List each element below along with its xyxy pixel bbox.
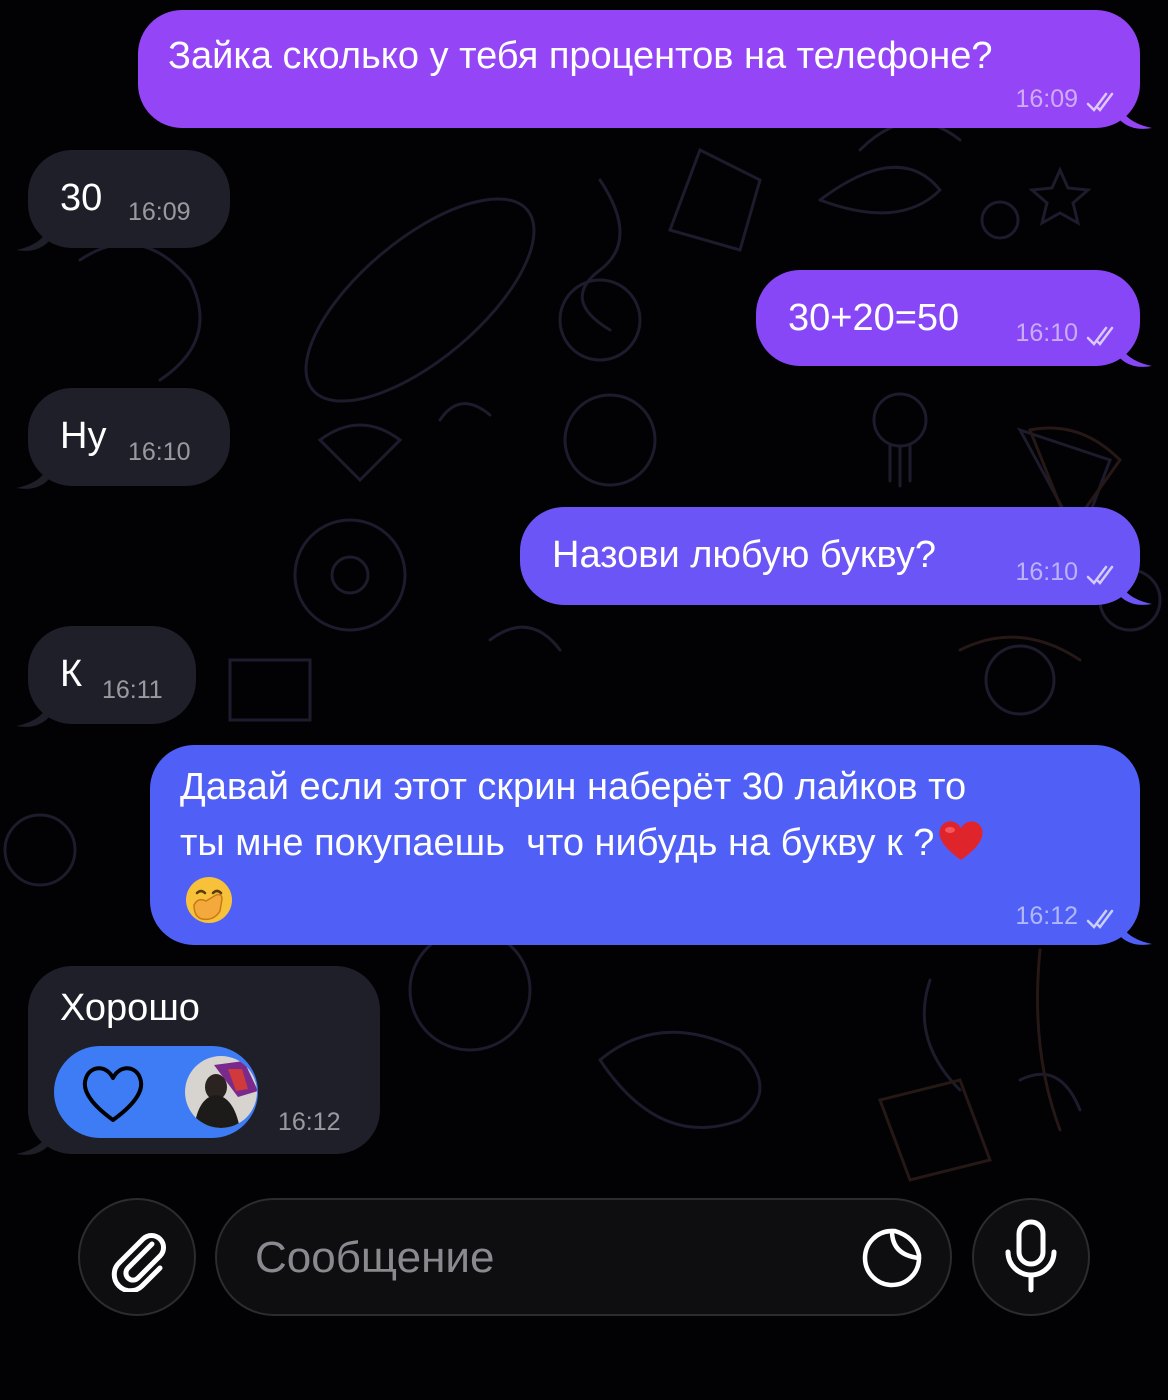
heart-emoji: [939, 821, 983, 860]
incoming-message[interactable]: Ну 16:10: [28, 388, 230, 486]
message-time: 16:10: [1015, 558, 1078, 586]
double-check-icon: [1086, 909, 1114, 929]
bubble-tail: [1118, 338, 1152, 367]
message-time: 16:10: [1015, 319, 1078, 347]
message-text: Зайка сколько у тебя процентов на телефо…: [168, 35, 993, 77]
heart-outline-icon: [82, 1066, 144, 1122]
outgoing-message[interactable]: Назови любую букву? 16:10: [520, 507, 1140, 605]
reaction-pill[interactable]: [54, 1046, 258, 1138]
attach-button[interactable]: [78, 1198, 196, 1316]
message-text: Хорошо: [60, 987, 200, 1029]
bubble-tail: [1118, 576, 1152, 605]
chat-screen: Зайка сколько у тебя процентов на телефо…: [0, 0, 1168, 1400]
message-text: 30+20=50: [788, 297, 960, 339]
message-input[interactable]: [253, 1200, 817, 1316]
message-text: К: [60, 653, 83, 695]
incoming-message[interactable]: Хорошо 16:12: [28, 966, 380, 1154]
double-check-icon: [1086, 326, 1114, 346]
microphone-icon: [1005, 1219, 1057, 1293]
incoming-message[interactable]: К 16:11: [28, 626, 196, 724]
outgoing-message[interactable]: Зайка сколько у тебя процентов на телефо…: [138, 10, 1140, 128]
message-time: 16:09: [1015, 85, 1078, 113]
paperclip-icon: [111, 1233, 166, 1292]
incoming-message[interactable]: 30 16:09: [28, 150, 230, 248]
bubble-tail: [1118, 916, 1152, 945]
message-text-line: ты мне покупаешь что нибудь на букву к ?: [180, 822, 935, 864]
message-time: 16:09: [128, 198, 191, 226]
voice-record-button[interactable]: [972, 1198, 1090, 1316]
message-time: 16:11: [102, 676, 163, 704]
face-with-hand-over-mouth-emoji: [186, 877, 232, 923]
user-avatar: [185, 1056, 257, 1128]
bubble-tail: [1118, 100, 1152, 129]
message-text: Ну: [60, 415, 107, 457]
bubble-tail: [16, 460, 50, 489]
message-input-container[interactable]: [215, 1198, 952, 1316]
bubble-tail: [16, 1126, 50, 1155]
message-text-line: Давай если этот скрин наберёт 30 лайков …: [180, 766, 967, 808]
message-time: 16:12: [278, 1108, 341, 1136]
message-text: Назови любую букву?: [552, 534, 936, 576]
double-check-icon: [1086, 92, 1114, 112]
message-text-row: ты мне покупаешь что нибудь на букву к ?: [180, 815, 986, 871]
bubble-tail: [16, 698, 50, 727]
outgoing-message[interactable]: Давай если этот скрин наберёт 30 лайков …: [150, 745, 1140, 945]
bubble-tail: [16, 222, 50, 251]
outgoing-message[interactable]: 30+20=50 16:10: [756, 270, 1140, 366]
sticker-icon[interactable]: [861, 1227, 923, 1289]
message-time: 16:10: [128, 438, 191, 466]
message-time: 16:12: [1015, 902, 1078, 930]
double-check-icon: [1086, 565, 1114, 585]
message-composer: [0, 1180, 1168, 1400]
message-text: 30: [60, 177, 103, 219]
